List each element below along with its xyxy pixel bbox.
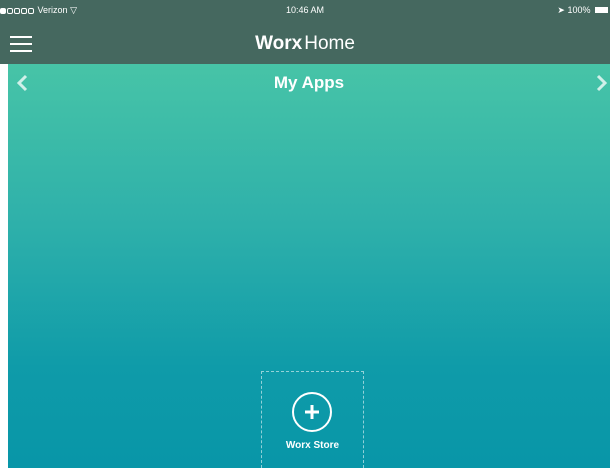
worx-store-tile[interactable]: Worx Store xyxy=(261,371,364,468)
screen: Verizon ▽ 10:46 AM ➤ 100% Worx Home My Ap… xyxy=(0,0,610,468)
apps-area: My Apps Worx Store xyxy=(8,64,610,468)
status-right: ➤ 100% xyxy=(557,2,608,18)
app-title: Worx Home xyxy=(0,32,610,56)
plus-circle-icon xyxy=(292,392,332,432)
clock: 10:46 AM xyxy=(285,5,325,15)
brand-light: Home xyxy=(304,33,355,54)
worx-store-label: Worx Store xyxy=(285,440,340,451)
page-title: My Apps xyxy=(273,73,345,92)
top-bar: Verizon ▽ 10:46 AM ➤ 100% Worx Home xyxy=(0,0,610,64)
status-bar: Verizon ▽ 10:46 AM ➤ 100% xyxy=(0,0,610,20)
location-arrow-icon: ➤ xyxy=(557,5,565,15)
battery-icon xyxy=(595,6,608,13)
brand-bold: Worx xyxy=(255,33,303,54)
battery-percent: 100% xyxy=(567,5,591,15)
next-page-chevron-icon[interactable] xyxy=(596,73,608,97)
